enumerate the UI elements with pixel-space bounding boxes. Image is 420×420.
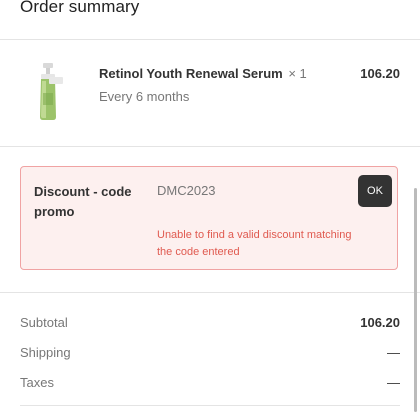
shipping-value: — — [387, 345, 400, 360]
discount-code-input[interactable]: DMC2023 — [157, 183, 216, 198]
subtotal-value: 106.20 — [360, 315, 400, 330]
taxes-label: Taxes — [20, 375, 54, 390]
taxes-value: — — [387, 375, 400, 390]
product-name: Retinol Youth Renewal Serum × 1 — [99, 66, 307, 81]
order-summary-panel: Order summary Retinol Youth Renewal Seru… — [0, 0, 420, 420]
serum-bottle-icon — [40, 63, 63, 120]
product-price: 106.20 — [360, 66, 400, 81]
product-frequency: Every 6 months — [99, 89, 190, 104]
product-quantity: × 1 — [288, 66, 307, 81]
shipping-row: Shipping — — [20, 345, 400, 360]
header-divider — [0, 39, 420, 40]
page-title: Order summary — [20, 0, 140, 16]
discount-label: Discount - code promo — [34, 184, 132, 219]
discount-code-box: Discount - code promo DMC2023 OK Unable … — [20, 166, 398, 270]
discount-error-message: Unable to find a valid discount matching… — [157, 229, 352, 258]
discount-divider — [0, 292, 420, 293]
shipping-label: Shipping — [20, 345, 71, 360]
totals-divider — [20, 405, 400, 406]
scrollbar[interactable] — [414, 188, 417, 412]
product-divider — [0, 146, 420, 147]
subtotal-row: Subtotal 106.20 — [20, 315, 400, 330]
product-name-text: Retinol Youth Renewal Serum — [99, 66, 283, 81]
subtotal-label: Subtotal — [20, 315, 68, 330]
taxes-row: Taxes — — [20, 375, 400, 390]
apply-discount-button[interactable]: OK — [358, 175, 392, 207]
